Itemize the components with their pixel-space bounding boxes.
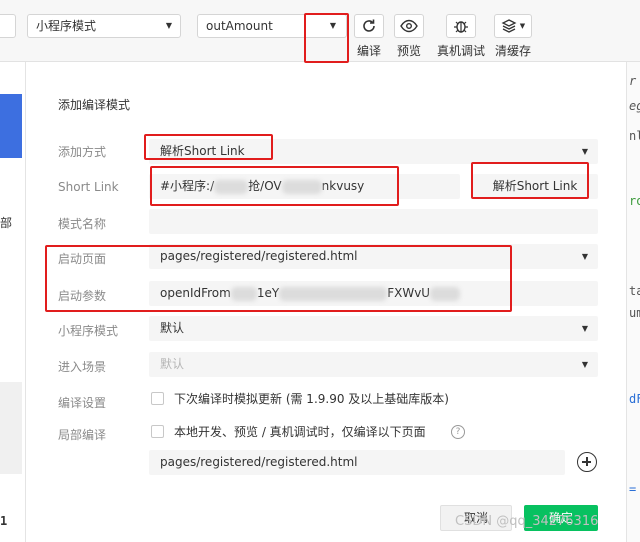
- scene-label: 进入场景: [58, 360, 107, 374]
- code-fragment: dF: [629, 392, 640, 406]
- code-fragment: r: [629, 74, 637, 88]
- chevron-down-icon: ▼: [581, 324, 588, 333]
- code-fragment: ta: [629, 284, 640, 298]
- toolbar-left-stub[interactable]: [0, 14, 16, 38]
- preview-label: 预览: [397, 44, 422, 58]
- simulate-update-text: 下次编译时模拟更新 (需 1.9.90 及以上基础库版本): [174, 392, 449, 406]
- local-compile-label: 局部编译: [58, 428, 107, 442]
- code-fragment: ro: [629, 194, 640, 208]
- dialog-title: 添加编译模式: [58, 98, 131, 112]
- simulate-update-checkbox[interactable]: [151, 392, 164, 405]
- device-debug-button[interactable]: [446, 14, 476, 38]
- mini-mode-select[interactable]: 默认 ▼: [149, 316, 598, 341]
- bug-icon: [454, 21, 468, 33]
- code-fragment: eg: [629, 99, 640, 113]
- chevron-down-icon: ▼: [581, 360, 588, 369]
- mode-select-value: 小程序模式: [36, 19, 97, 33]
- scene-placeholder: 默认: [160, 357, 185, 371]
- watermark: CSDN @qq_34276316: [455, 514, 599, 529]
- chevron-down-icon: ▼: [519, 22, 526, 30]
- annotation-box: [471, 162, 589, 199]
- device-debug-label: 真机调试: [437, 44, 486, 58]
- eye-icon: [400, 19, 418, 33]
- layers-icon: [501, 19, 517, 33]
- refresh-icon: [363, 19, 375, 32]
- preview-button[interactable]: [394, 14, 424, 38]
- left-panel-highlight: [0, 94, 22, 158]
- chevron-down-icon: ▼: [581, 252, 588, 261]
- mini-mode-value: 默认: [160, 321, 185, 335]
- mode-name-input[interactable]: [149, 209, 598, 234]
- local-page-value: pages/registered/registered.html: [160, 455, 358, 469]
- chevron-down-icon: ▼: [165, 21, 172, 30]
- local-compile-checkbox[interactable]: [151, 425, 164, 438]
- left-panel-band: [0, 382, 22, 474]
- compile-label: 编译: [357, 44, 382, 58]
- mode-name-label: 模式名称: [58, 217, 107, 231]
- condition-select-value: outAmount: [206, 19, 273, 33]
- code-fragment: =: [629, 482, 637, 496]
- mode-select[interactable]: 小程序模式 ▼: [27, 14, 181, 38]
- add-method-label: 添加方式: [58, 145, 107, 159]
- annotation-box: [150, 166, 399, 206]
- left-edge-text: 1: [0, 514, 8, 528]
- scene-select[interactable]: 默认 ▼: [149, 352, 598, 377]
- annotation-box: [304, 13, 349, 63]
- annotation-box: [45, 245, 512, 312]
- clear-cache-button[interactable]: ▼: [494, 14, 532, 38]
- compile-settings-label: 编译设置: [58, 396, 107, 410]
- help-icon[interactable]: ?: [451, 425, 465, 439]
- code-editor-edge: r eg nl ro ta um dF =: [626, 62, 640, 542]
- local-page-select[interactable]: pages/registered/registered.html: [149, 450, 565, 475]
- compile-button[interactable]: [354, 14, 384, 38]
- annotation-box: [144, 134, 273, 160]
- code-fragment: nl: [629, 129, 640, 143]
- left-edge-text: 部: [0, 216, 13, 230]
- mini-mode-label: 小程序模式: [58, 324, 119, 338]
- clear-cache-label: 清缓存: [495, 44, 532, 58]
- left-panel: 部 1: [0, 62, 26, 542]
- short-link-label: Short Link: [58, 180, 119, 194]
- add-page-button[interactable]: [577, 452, 597, 472]
- chevron-down-icon: ▼: [581, 147, 588, 156]
- code-fragment: um: [629, 306, 640, 320]
- local-compile-text: 本地开发、预览 / 真机调试时，仅编译以下页面: [174, 425, 426, 439]
